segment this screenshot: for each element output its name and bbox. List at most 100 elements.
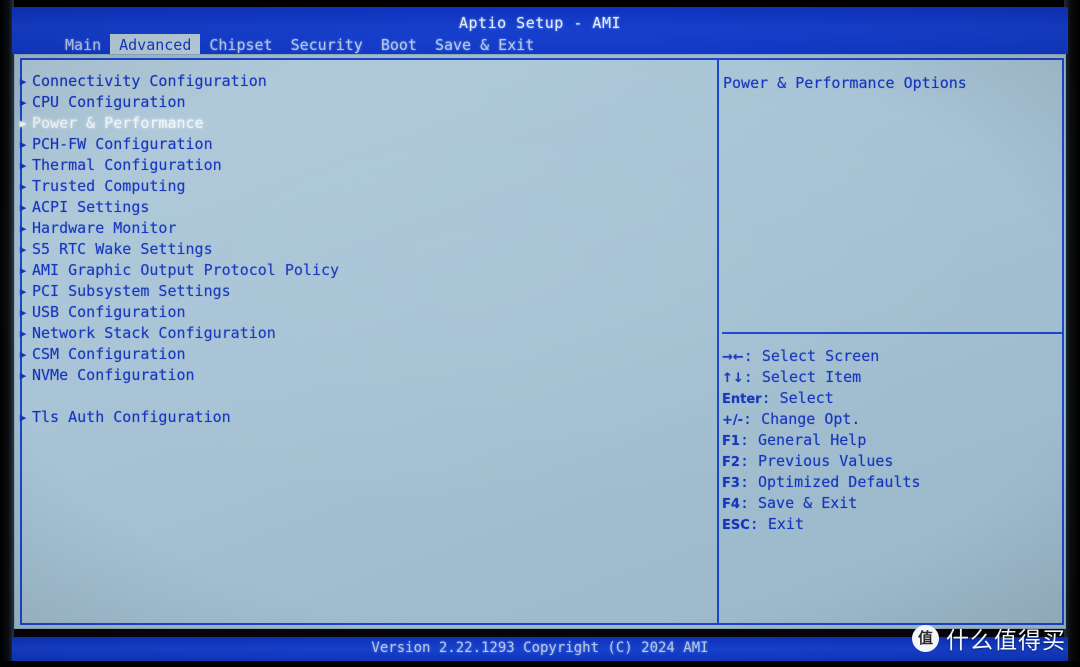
menu-item-pci-subsystem-settings[interactable]: ▶ PCI Subsystem Settings — [14, 281, 704, 302]
key-action-label: : Save & Exit — [739, 494, 858, 512]
tab-security[interactable]: Security — [282, 34, 372, 54]
menu-item-label: NVMe Configuration — [32, 366, 195, 384]
key-glyph: ↑↓ — [722, 371, 744, 386]
key-legend-row: F3: Optimized Defaults — [722, 472, 1062, 493]
submenu-arrow-icon: ▶ — [19, 411, 27, 424]
submenu-arrow-icon: ▶ — [19, 306, 27, 319]
tab-save-exit[interactable]: Save & Exit — [426, 34, 543, 54]
key-legend-row: ESC: Exit — [722, 514, 1062, 535]
menu-item-label: CPU Configuration — [32, 93, 186, 111]
key-legend-row: F2: Previous Values — [722, 451, 1062, 472]
version-text: Version 2.22.1293 Copyright (C) 2024 AMI — [371, 640, 709, 656]
key-glyph: F3 — [722, 476, 740, 491]
monitor-bezel-left — [0, 0, 14, 667]
key-glyph: F1 — [722, 434, 740, 449]
menu-item-label: S5 RTC Wake Settings — [32, 240, 213, 258]
menu-item-label: Power & Performance — [32, 114, 204, 132]
menu-item-hardware-monitor[interactable]: ▶ Hardware Monitor — [14, 218, 704, 239]
key-action-label: : Exit — [749, 515, 804, 533]
submenu-arrow-icon: ▶ — [19, 117, 27, 130]
key-legend-row: F1: General Help — [722, 430, 1062, 451]
menu-item-label: Trusted Computing — [32, 177, 186, 195]
menu-item-acpi-settings[interactable]: ▶ ACPI Settings — [14, 197, 704, 218]
menu-item-trusted-computing[interactable]: ▶ Trusted Computing — [14, 176, 704, 197]
menu-item-label: Thermal Configuration — [32, 156, 222, 174]
menu-item-tls-auth-configuration[interactable]: ▶ Tls Auth Configuration — [14, 407, 704, 428]
key-glyph: →← — [722, 350, 744, 365]
key-glyph: F4 — [722, 497, 740, 512]
menu-item-label: ACPI Settings — [32, 198, 150, 216]
menu-spacer — [14, 386, 704, 407]
menu-item-label: Connectivity Configuration — [32, 72, 267, 90]
menu-item-connectivity-configuration[interactable]: ▶ Connectivity Configuration — [14, 71, 704, 92]
key-legend-row: ↑↓: Select Item — [722, 367, 1062, 388]
menu-item-nvme-configuration[interactable]: ▶ NVMe Configuration — [14, 365, 704, 386]
help-description: Power & Performance Options — [723, 74, 967, 92]
header-bar: Aptio Setup - AMI Main Advanced Chipset Sec… — [12, 7, 1068, 54]
menu-item-label: PCI Subsystem Settings — [32, 282, 231, 300]
tab-main[interactable]: Main — [56, 34, 110, 54]
tab-boot[interactable]: Boot — [372, 34, 426, 54]
submenu-arrow-icon: ▶ — [19, 180, 27, 193]
monitor-bezel-right — [1064, 0, 1080, 667]
menu-item-label: Tls Auth Configuration — [32, 408, 231, 426]
monitor-bezel-top — [0, 0, 1080, 7]
watermark-logo-icon: 值 — [912, 624, 939, 652]
panel-divider — [717, 60, 719, 623]
key-action-label: : Select — [761, 389, 834, 407]
menu-item-cpu-configuration[interactable]: ▶ CPU Configuration — [14, 92, 704, 113]
menu-item-thermal-configuration[interactable]: ▶ Thermal Configuration — [14, 155, 704, 176]
key-legend-row: F4: Save & Exit — [722, 493, 1062, 514]
menu-item-s5-rtc-wake-settings[interactable]: ▶ S5 RTC Wake Settings — [14, 239, 704, 260]
help-separator — [722, 332, 1063, 334]
key-legend-row: →←: Select Screen — [722, 346, 1062, 367]
menu-item-usb-configuration[interactable]: ▶ USB Configuration — [14, 302, 704, 323]
tab-advanced[interactable]: Advanced — [110, 34, 201, 54]
key-glyph: ESC — [722, 518, 750, 533]
submenu-arrow-icon: ▶ — [19, 201, 27, 214]
tab-chipset[interactable]: Chipset — [200, 34, 281, 54]
submenu-arrow-icon: ▶ — [19, 222, 27, 235]
footer-bar: Version 2.22.1293 Copyright (C) 2024 AMI — [12, 637, 1068, 661]
submenu-arrow-icon: ▶ — [19, 348, 27, 361]
submenu-arrow-icon: ▶ — [19, 159, 27, 172]
key-glyph: Enter — [722, 392, 762, 407]
page-title: Aptio Setup - AMI — [458, 14, 622, 32]
key-action-label: : Previous Values — [739, 452, 894, 470]
key-action-label: : Select Screen — [743, 347, 880, 365]
submenu-arrow-icon: ▶ — [19, 243, 27, 256]
menu-item-label: PCH-FW Configuration — [32, 135, 213, 153]
menu-item-label: CSM Configuration — [32, 345, 186, 363]
submenu-arrow-icon: ▶ — [19, 369, 27, 382]
key-action-label: : Change Opt. — [743, 410, 861, 428]
bios-setup-screen: Aptio Setup - AMI Main Advanced Chipset Sec… — [0, 0, 1080, 667]
key-action-label: : General Help — [739, 431, 867, 449]
submenu-arrow-icon: ▶ — [19, 327, 27, 340]
key-legend-row: Enter: Select — [722, 388, 1062, 409]
key-action-label: : Select Item — [743, 368, 862, 386]
key-glyph: +/- — [722, 413, 744, 428]
menu-item-network-stack-configuration[interactable]: ▶ Network Stack Configuration — [14, 323, 704, 344]
menu-item-label: USB Configuration — [32, 303, 186, 321]
watermark: 值 什么值得买 — [912, 621, 1066, 655]
submenu-arrow-icon: ▶ — [19, 138, 27, 151]
menu-item-label: Hardware Monitor — [32, 219, 177, 237]
submenu-arrow-icon: ▶ — [19, 75, 27, 88]
menu-tab-bar[interactable]: Main Advanced Chipset Security Boot Save & Ex… — [56, 34, 543, 54]
menu-item-pch-fw-configuration[interactable]: ▶ PCH-FW Configuration — [14, 134, 704, 155]
monitor-bezel-bottom — [0, 661, 1080, 667]
menu-item-ami-graphic-output-protocol-policy[interactable]: ▶ AMI Graphic Output Protocol Policy — [14, 260, 704, 281]
submenu-arrow-icon: ▶ — [19, 285, 27, 298]
key-glyph: F2 — [722, 455, 740, 470]
advanced-menu-list[interactable]: ▶ Connectivity Configuration ▶ CPU Configur… — [14, 71, 704, 428]
submenu-arrow-icon: ▶ — [19, 96, 27, 109]
menu-item-label: Network Stack Configuration — [32, 324, 276, 342]
menu-item-csm-configuration[interactable]: ▶ CSM Configuration — [14, 344, 704, 365]
key-legend: →←: Select Screen ↑↓: Select Item Enter: S… — [722, 346, 1062, 535]
menu-item-power-performance[interactable]: ▶ Power & Performance — [14, 113, 704, 134]
key-legend-row: +/-: Change Opt. — [722, 409, 1062, 430]
submenu-arrow-icon: ▶ — [19, 264, 27, 277]
key-action-label: : Optimized Defaults — [739, 473, 921, 491]
menu-item-label: AMI Graphic Output Protocol Policy — [32, 261, 340, 279]
watermark-label: 什么值得买 — [946, 628, 1066, 654]
